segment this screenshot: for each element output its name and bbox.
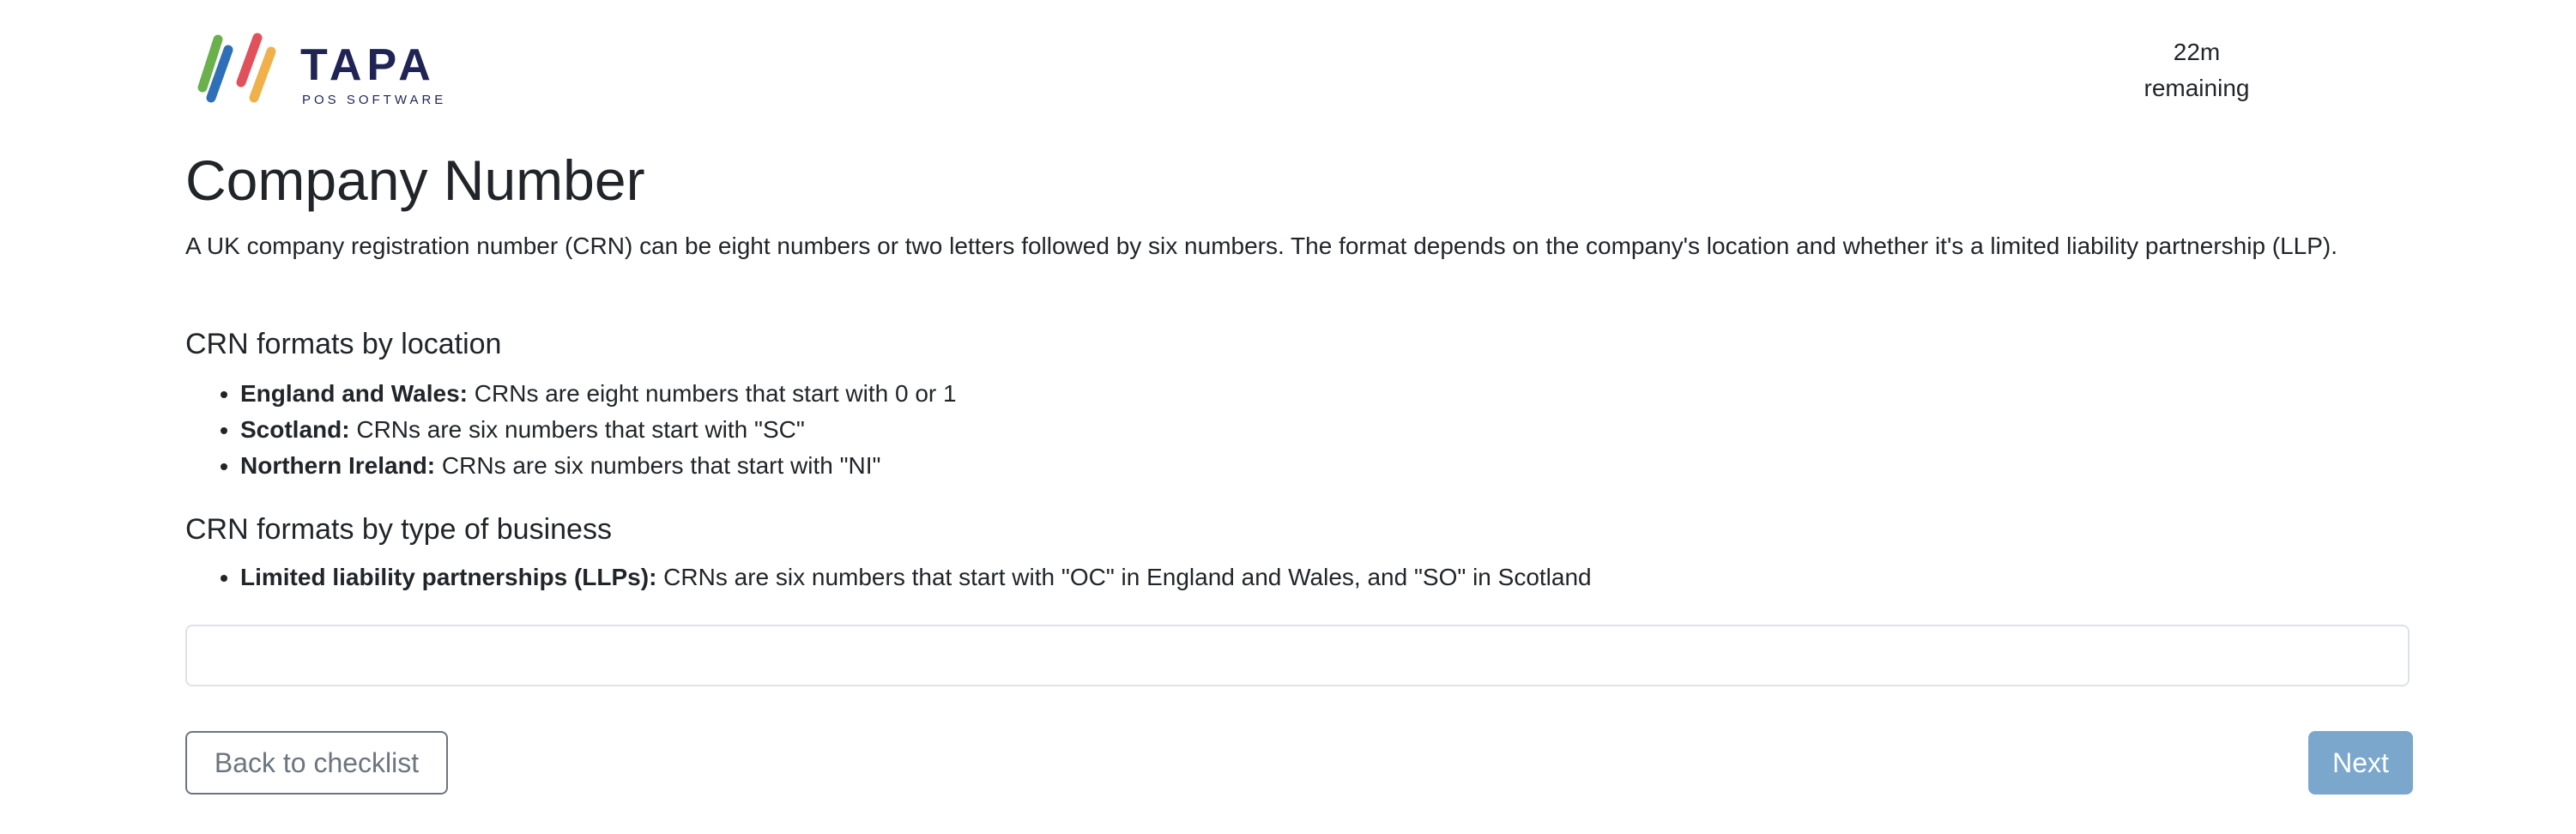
time-remaining: 22m remaining <box>2128 34 2265 106</box>
list-item-label: Scotland: <box>240 416 350 443</box>
next-button[interactable]: Next <box>2308 731 2413 795</box>
list-item-label: Northern Ireland: <box>240 452 436 479</box>
list-item: Scotland: CRNs are six numbers that star… <box>240 412 957 448</box>
main-container: TAPA POS SOFTWARE 22m remaining Company … <box>185 0 2413 795</box>
list-item-text: CRNs are six numbers that start with "SC… <box>349 416 805 443</box>
list-item-text: CRNs are six numbers that start with "NI… <box>435 452 881 479</box>
location-list: England and Wales: CRNs are eight number… <box>185 376 957 484</box>
list-item-label: Limited liability partnerships (LLPs): <box>240 564 657 590</box>
list-item-label: England and Wales: <box>240 380 468 407</box>
location-heading: CRN formats by location <box>185 328 502 360</box>
list-item: Limited liability partnerships (LLPs): C… <box>240 559 1592 595</box>
business-type-heading: CRN formats by type of business <box>185 513 612 546</box>
list-item-text: CRNs are six numbers that start with "OC… <box>656 564 1592 590</box>
company-number-input[interactable] <box>185 625 2410 686</box>
header: TAPA POS SOFTWARE 22m remaining <box>185 0 2413 137</box>
list-item: Northern Ireland: CRNs are six numbers t… <box>240 448 957 484</box>
brand-name: TAPA <box>300 40 436 90</box>
logo-stripes-icon <box>197 33 276 103</box>
timer-value: 22m <box>2173 39 2221 65</box>
brand-tagline: POS SOFTWARE <box>302 93 447 107</box>
business-type-list: Limited liability partnerships (LLPs): C… <box>185 559 1592 595</box>
list-item-text: CRNs are eight numbers that start with 0… <box>468 380 957 407</box>
list-item: England and Wales: CRNs are eight number… <box>240 376 957 412</box>
intro-text: A UK company registration number (CRN) c… <box>185 233 2338 259</box>
page-title: Company Number <box>185 148 645 212</box>
brand-logo: TAPA POS SOFTWARE <box>185 33 460 110</box>
timer-label: remaining <box>2144 75 2250 101</box>
page: TAPA POS SOFTWARE 22m remaining Company … <box>0 0 2576 834</box>
back-to-checklist-button[interactable]: Back to checklist <box>185 731 448 795</box>
